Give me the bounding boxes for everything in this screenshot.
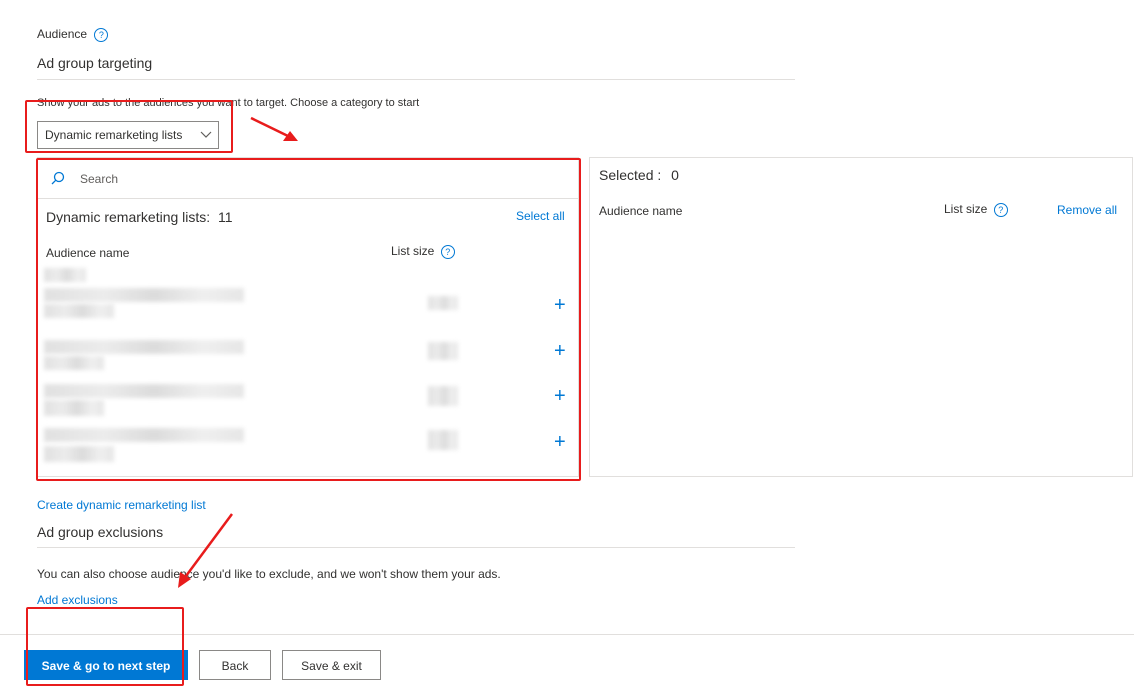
annotation-arrows [178,116,298,588]
